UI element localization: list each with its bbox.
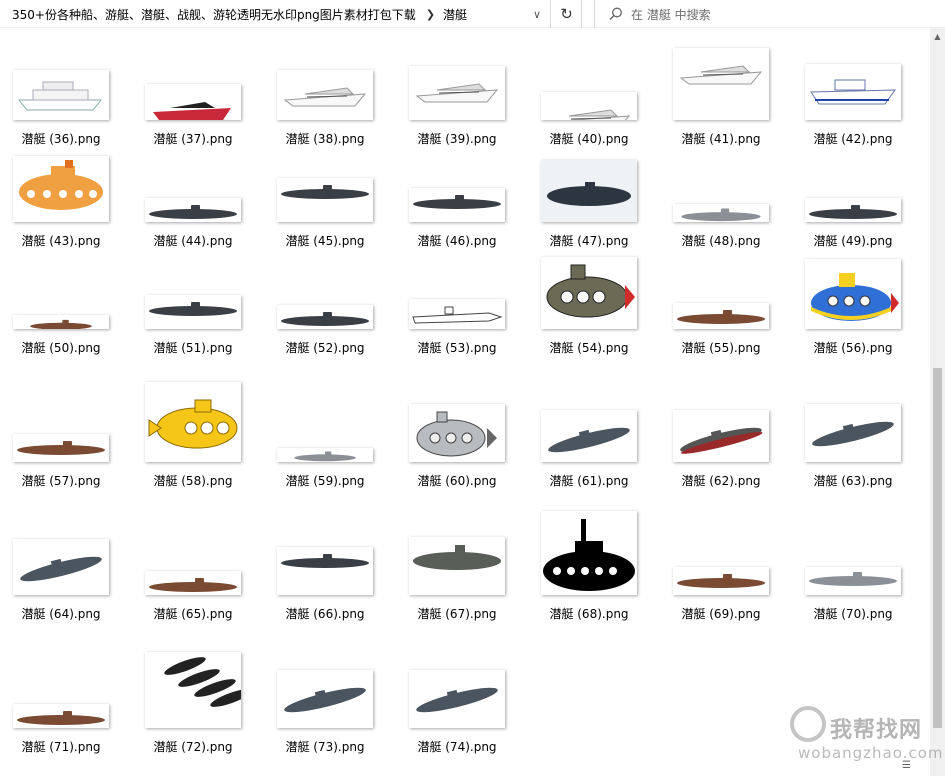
thumbnail-image (673, 567, 769, 595)
file-name[interactable]: 潜艇 (73).png (264, 738, 386, 755)
file-item[interactable]: 潜艇 (74).png (396, 28, 528, 756)
file-thumbnail[interactable] (804, 567, 902, 595)
search-placeholder: 在 潜艇 中搜索 (631, 7, 711, 22)
file-item[interactable]: 潜艇 (69).png (660, 28, 792, 623)
search-box[interactable]: 在 潜艇 中搜索 (594, 0, 945, 28)
thumbnail-image (145, 652, 241, 728)
vertical-scrollbar[interactable]: ▲ (930, 28, 945, 776)
file-thumbnail[interactable] (276, 670, 374, 728)
watermark: 我帮找网 wobangzhao.com (790, 700, 944, 770)
refresh-icon[interactable]: ↻ (552, 0, 582, 28)
thumbnail-image (277, 670, 373, 728)
file-item[interactable]: 潜艇 (73).png (264, 28, 396, 756)
scrollbar-thumb[interactable] (933, 368, 942, 728)
search-icon (609, 7, 623, 21)
file-thumbnail[interactable] (540, 511, 638, 595)
thumbnail-image (805, 567, 901, 595)
file-name[interactable]: 潜艇 (70).png (792, 605, 914, 622)
file-item[interactable]: 潜艇 (68).png (528, 28, 660, 623)
breadcrumb-current[interactable]: 潜艇 (443, 6, 467, 23)
file-thumbnail[interactable] (408, 670, 506, 728)
file-thumbnail[interactable] (12, 704, 110, 728)
file-name[interactable]: 潜艇 (72).png (132, 738, 254, 755)
watermark-logo-icon (790, 706, 826, 742)
file-name[interactable]: 潜艇 (69).png (660, 605, 782, 622)
file-grid: 潜艇 (36).png 潜艇 (37).png 潜艇 (38).png 潜艇 (39)… (0, 28, 930, 776)
thumbnail-image (541, 511, 637, 595)
breadcrumb-separator-icon: ❯ (425, 7, 436, 21)
file-item[interactable]: 潜艇 (70).png (792, 28, 924, 623)
file-name[interactable]: 潜艇 (74).png (396, 738, 518, 755)
watermark-cn: 我帮找网 (830, 718, 923, 743)
file-item[interactable]: 潜艇 (72).png (132, 28, 264, 756)
thumbnail-image (409, 670, 505, 728)
breadcrumb-folder[interactable]: 350+份各种船、游艇、潜艇、战舰、游轮透明无水印png图片素材打包下载 (0, 6, 416, 23)
file-name[interactable]: 潜艇 (71).png (0, 738, 122, 755)
file-thumbnail[interactable] (144, 652, 242, 728)
watermark-en: wobangzhao.com (798, 744, 944, 762)
chevron-down-icon[interactable]: ∨ (526, 3, 548, 25)
scroll-up-icon[interactable]: ▲ (930, 32, 945, 41)
address-toolbar: 350+份各种船、游艇、潜艇、战舰、游轮透明无水印png图片素材打包下载 ❯ 潜… (0, 0, 945, 28)
thumbnail-image (13, 704, 109, 728)
file-thumbnail[interactable] (672, 567, 770, 595)
file-explorer-window: 350+份各种船、游艇、潜艇、战舰、游轮透明无水印png图片素材打包下载 ❯ 潜… (0, 0, 945, 776)
view-toggle-icon[interactable]: ☰ (902, 760, 911, 771)
address-bar[interactable]: 350+份各种船、游艇、潜艇、战舰、游轮透明无水印png图片素材打包下载 ❯ 潜… (0, 0, 551, 28)
file-item[interactable]: 潜艇 (71).png (0, 28, 132, 756)
file-name[interactable]: 潜艇 (68).png (528, 605, 650, 622)
